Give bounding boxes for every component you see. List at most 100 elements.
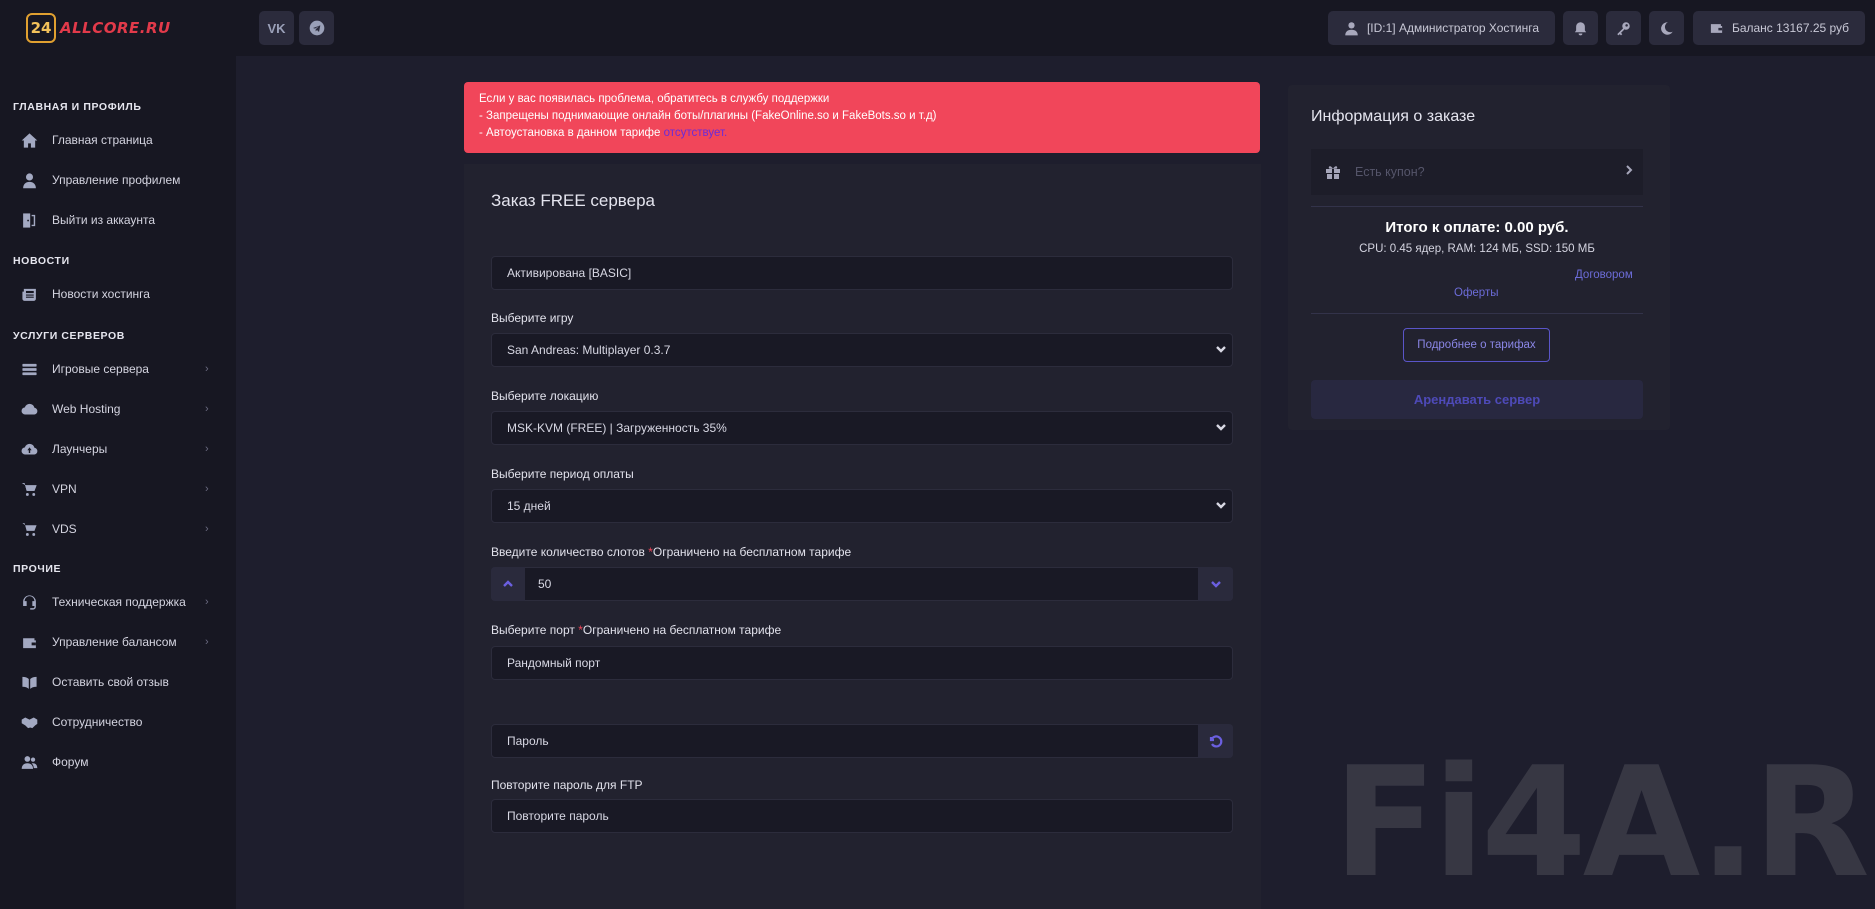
sidebar-item-forum[interactable]: Форум [0,747,236,777]
sidebar-item-launchers[interactable]: Лаунчеры › [0,434,236,464]
chevron-down-icon [1214,342,1228,356]
logo-text: ALLCORE.RU [60,19,171,37]
user-icon [19,170,39,190]
sidebar-item-home[interactable]: Главная страница [0,125,236,155]
chevron-right-icon: › [205,363,209,375]
moon-icon [1661,21,1673,35]
game-select[interactable]: San Andreas: Multiplayer 0.3.7 [491,333,1233,367]
slots-input[interactable]: 50 [491,567,1233,601]
wallet-icon [1710,23,1723,33]
wallet-icon [19,632,39,652]
telegram-icon [309,20,324,36]
sidebar-item-label: Выйти из аккаунта [52,213,156,227]
slots-increment-button[interactable] [491,567,525,601]
tariff-specs: CPU: 0.45 ядер, RAM: 124 МБ, SSD: 150 МБ [1359,243,1595,255]
coupon-input[interactable]: Есть купон? [1311,149,1643,195]
sidebar-item-partnership[interactable]: Сотрудничество [0,707,236,737]
section-title: УСЛУГИ СЕРВЕРОВ [13,330,125,342]
slots-label: Введите количество слотов *Ограничено на… [491,545,851,559]
section-title: ГЛАВНАЯ И ПРОФИЛЬ [13,101,142,113]
sidebar: ГЛАВНАЯ И ПРОФИЛЬ Главная страница Управ… [0,56,236,909]
slots-value: 50 [538,577,552,591]
repeat-password-placeholder: Повторите пароль [507,809,609,823]
alert-line: Если у вас появилась проблема, обратитес… [479,93,830,105]
chevron-down-icon [1214,498,1228,512]
sidebar-item-label: Оставить свой отзыв [52,675,169,689]
book-icon [19,672,39,692]
section-title: НОВОСТИ [13,255,70,267]
telegram-button[interactable] [299,11,334,45]
total-amount: Итого к оплате: 0.00 руб. [1385,219,1569,236]
chevron-down-icon [1214,420,1228,434]
chevron-right-icon: › [205,523,209,535]
balance-button[interactable]: Баланс 13167.25 руб [1693,11,1865,45]
sidebar-item-balance[interactable]: Управление балансом › [0,627,236,657]
notifications-button[interactable] [1563,11,1598,45]
sidebar-item-game-servers[interactable]: Игровые сервера › [0,354,236,384]
sidebar-item-label: Web Hosting [52,402,121,416]
sidebar-item-label: Управление профилем [52,173,181,187]
sidebar-item-label: VPN [52,482,77,496]
location-select[interactable]: MSK-KVM (FREE) | Загруженность 35% [491,411,1233,445]
slots-label-text: Введите количество слотов [491,545,645,559]
sidebar-item-profile[interactable]: Управление профилем [0,165,236,195]
slots-decrement-button[interactable] [1198,567,1233,601]
sidebar-item-vpn[interactable]: VPN › [0,474,236,504]
repeat-password-input[interactable]: Повторите пароль [491,799,1233,833]
user-icon [1345,21,1358,35]
balance-label: Баланс 13167.25 руб [1731,21,1850,35]
password-input[interactable]: Пароль [491,724,1233,758]
oferta-link[interactable]: Оферты [1454,287,1498,299]
sidebar-item-label: Новости хостинга [52,287,150,301]
generate-password-button[interactable] [1198,724,1233,758]
user-menu-button[interactable]: [ID:1] Администратор Хостинга [1328,11,1555,45]
key-icon [1617,21,1630,35]
coupon-placeholder: Есть купон? [1355,165,1425,179]
vk-button[interactable]: VK [259,11,294,45]
sidebar-item-logout[interactable]: Выйти из аккаунта [0,205,236,235]
chevron-right-icon: › [205,483,209,495]
alert-line: - Автоустановка в данном тарифе отсутств… [479,125,1245,142]
sidebar-item-label: Техническая поддержка [52,595,186,609]
port-field[interactable]: Рандомный порт [491,646,1233,680]
sidebar-item-vds[interactable]: VDS › [0,514,236,544]
logo[interactable]: 24 ALLCORE.RU [26,13,171,43]
sidebar-item-web-hosting[interactable]: Web Hosting › [0,394,236,424]
page-title: Заказ FREE сервера [491,191,655,210]
divider [1311,206,1643,207]
divider [1311,313,1643,314]
chevron-right-icon: › [205,443,209,455]
chevron-down-icon [1210,581,1221,588]
chevron-right-icon: › [205,596,209,608]
alert-line: - Запрещены поднимающие онлайн боты/плаг… [479,110,937,122]
watermark-text: Fi4A.RU [1333,752,1875,909]
slots-note: Ограничено на бесплатном тарифе [652,545,852,559]
promo-field[interactable]: Активирована [BASIC] [491,256,1233,290]
sidebar-item-news[interactable]: Новости хостинга [0,279,236,309]
home-icon [19,130,39,150]
alert-text: - Автоустановка в данном тарифе [479,127,661,139]
sidebar-item-label: Главная страница [52,133,153,147]
theme-toggle-button[interactable] [1649,11,1684,45]
sidebar-item-review[interactable]: Оставить свой отзыв [0,667,236,697]
location-label: Выберите локацию [491,389,599,403]
sidebar-item-label: Сотрудничество [52,715,143,729]
key-button[interactable] [1606,11,1641,45]
chevron-right-icon [1624,163,1634,182]
alert-highlight: отсутствует. [660,127,728,139]
sidebar-item-label: Форум [52,755,89,769]
tariffs-details-button[interactable]: Подробнее о тарифах [1403,328,1550,362]
period-select[interactable]: 15 дней [491,489,1233,523]
gift-icon [1325,164,1341,185]
vk-icon: VK [267,20,286,36]
game-label: Выберите игру [491,311,574,325]
headset-icon [19,592,39,612]
contract-link[interactable]: Договором [1575,269,1633,281]
watermark: Fi4A.RU [1311,752,1875,909]
sidebar-item-label: Лаунчеры [52,442,108,456]
sidebar-item-label: VDS [52,522,77,536]
users-icon [19,752,39,772]
section-title: ПРОЧИЕ [13,563,62,575]
sidebar-item-support[interactable]: Техническая поддержка › [0,587,236,617]
rent-server-button[interactable]: Арендавать сервер [1311,380,1643,419]
